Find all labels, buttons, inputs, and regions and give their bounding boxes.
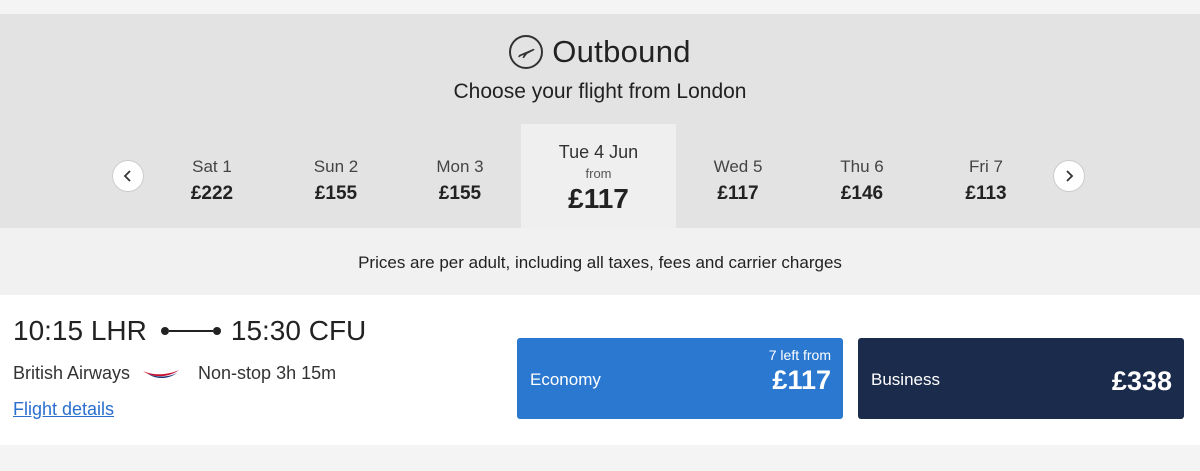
date-option[interactable]: Fri 7 £113 [924,124,1048,228]
date-label: Mon 3 [436,157,484,176]
fare-class-label: Business [871,370,940,389]
date-label: Sun 2 [313,157,359,176]
fare-class-label: Economy [530,370,601,389]
price-note: Prices are per adult, including all taxe… [0,228,1200,295]
title-row: Outbound [0,34,1200,70]
page-subtitle: Choose your flight from London [453,80,747,103]
date-price: £113 [965,183,1007,204]
chevron-right-icon [1066,170,1074,182]
date-option[interactable]: Sat 1 £222 [150,124,274,228]
seats-left-label: 7 left from [768,347,831,363]
airplane-takeoff-icon [509,35,544,69]
fare-price: £117 [772,365,831,395]
date-price: £117 [717,183,759,204]
economy-fare-button[interactable]: Economy 7 left from £117 [517,338,843,419]
next-dates-button[interactable] [1053,160,1085,192]
date-option[interactable]: Mon 3 £155 [398,124,522,228]
date-option[interactable]: Wed 5 £117 [676,124,800,228]
previous-dates-button[interactable] [112,160,144,192]
business-fare-button[interactable]: Business £338 [858,338,1184,419]
date-label: Sat 1 [192,157,232,176]
flight-times: 10:15 LHR 15:30 CFU [13,315,366,347]
date-label: Fri 7 [969,157,1003,176]
airline-name: British Airways [13,363,131,383]
from-label: from [585,166,612,181]
chevron-left-icon [123,170,131,182]
flight-result-card: 10:15 LHR 15:30 CFU British Airways Non-… [0,295,1200,445]
date-selector: Sat 1 £222 Sun 2 £155 Mon 3 £155 Tue 4 J… [0,124,1200,228]
date-label: Thu 6 [840,157,884,176]
route-line-icon [160,327,221,335]
fare-price: £338 [1111,366,1172,396]
date-option-selected[interactable]: Tue 4 Jun from £117 [521,124,676,228]
date-option[interactable]: Sun 2 £155 [274,124,398,228]
outbound-header: Outbound Choose your flight from London … [0,14,1200,228]
date-label: Tue 4 Jun [558,142,639,162]
arrival-time: 15:30 CFU [230,315,367,346]
page-title: Outbound [552,34,691,69]
flight-duration: Non-stop 3h 15m [198,363,337,383]
date-price: £146 [840,183,884,204]
date-price: £222 [190,183,234,204]
date-price: £155 [438,183,482,204]
airline-info: British Airways Non-stop 3h 15m [13,363,336,384]
date-label: Wed 5 [713,157,763,176]
date-price: £155 [314,183,358,204]
british-airways-logo-icon [143,369,180,378]
departure-time: 10:15 LHR [13,315,147,346]
date-option[interactable]: Thu 6 £146 [800,124,924,228]
date-price: £117 [568,183,629,214]
flight-details-link[interactable]: Flight details [13,399,114,420]
